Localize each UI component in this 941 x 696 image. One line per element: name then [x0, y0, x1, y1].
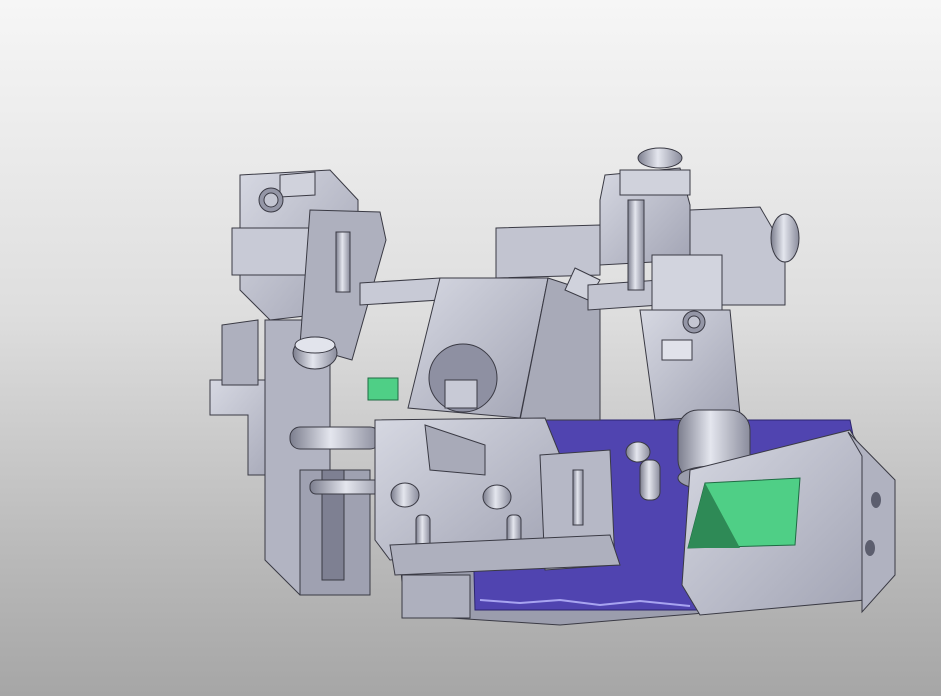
left-round-knob[interactable] — [292, 336, 338, 370]
cad-viewport[interactable] — [0, 0, 941, 696]
right-top-cap[interactable] — [637, 147, 683, 169]
left-connector-icon — [258, 187, 284, 213]
green-detection-window-right — [687, 477, 801, 549]
green-detection-window-left — [367, 377, 399, 401]
center-top-block[interactable] — [495, 224, 601, 279]
camera-connector-icon — [682, 310, 706, 334]
3d-machine-assembly[interactable] — [0, 0, 941, 696]
left-vertical-frame[interactable] — [209, 319, 371, 596]
vertical-shaft[interactable] — [572, 469, 584, 526]
